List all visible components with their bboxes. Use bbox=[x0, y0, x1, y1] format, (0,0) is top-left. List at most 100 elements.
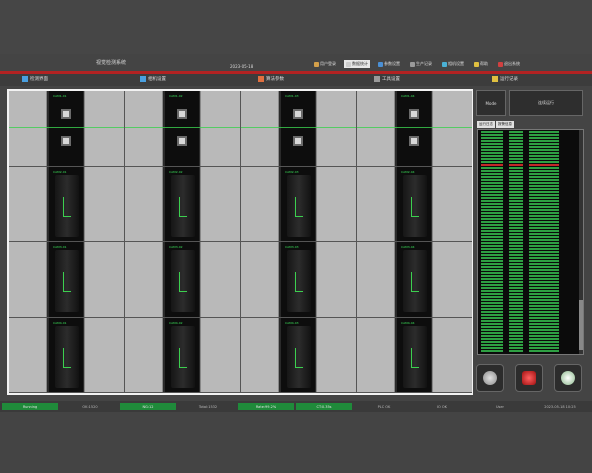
log-code bbox=[509, 152, 523, 154]
nav-item-1[interactable]: 相机设置 bbox=[140, 76, 166, 82]
date-text: 2023-05-18 bbox=[230, 64, 254, 69]
log-code bbox=[509, 161, 523, 163]
camera-label: CAM4-04 bbox=[401, 320, 415, 325]
header-button-1[interactable]: 数据统计 bbox=[344, 60, 370, 68]
log-panel bbox=[477, 129, 584, 355]
guide-line bbox=[125, 127, 240, 128]
live-image bbox=[397, 91, 431, 166]
camera-view[interactable]: CAM1-02 bbox=[125, 91, 240, 166]
log-message bbox=[529, 293, 559, 295]
log-message bbox=[529, 131, 559, 133]
log-code bbox=[509, 158, 523, 160]
log-message bbox=[529, 212, 559, 214]
camera-view[interactable]: CAM1-01 bbox=[9, 91, 124, 166]
camera-view[interactable]: CAM3-04 bbox=[357, 242, 472, 317]
log-time bbox=[481, 224, 503, 226]
algorithm-icon bbox=[258, 76, 264, 82]
header-button-5[interactable]: 帮助 bbox=[472, 60, 490, 68]
log-message bbox=[529, 245, 559, 247]
log-time bbox=[481, 242, 503, 244]
nav-item-label: 算法参数 bbox=[266, 77, 284, 82]
settings-button[interactable] bbox=[554, 364, 582, 392]
log-message bbox=[529, 188, 559, 190]
nav-item-4[interactable]: 运行记录 bbox=[492, 76, 518, 82]
log-scrollbar-thumb[interactable] bbox=[579, 300, 583, 350]
camera-view[interactable]: CAM1-04 bbox=[357, 91, 472, 166]
log-message bbox=[529, 314, 559, 316]
log-message bbox=[529, 161, 559, 163]
camera-view[interactable]: CAM2-01 bbox=[9, 166, 124, 241]
camera-label: CAM3-02 bbox=[169, 245, 183, 249]
log-message bbox=[529, 146, 559, 148]
camera-view[interactable]: CAM4-02 bbox=[125, 317, 240, 392]
log-time bbox=[481, 329, 503, 331]
nav-item-0[interactable]: 检测界面 bbox=[22, 76, 48, 82]
camera-label: CAM2-02 bbox=[169, 169, 183, 174]
log-message bbox=[529, 140, 559, 142]
result-image bbox=[84, 166, 124, 241]
header-button-6[interactable]: 退出系统 bbox=[496, 60, 522, 68]
nav-item-label: 工具设置 bbox=[382, 77, 400, 82]
start-button[interactable] bbox=[476, 364, 504, 392]
log-message bbox=[529, 158, 559, 160]
camera-view[interactable]: CAM4-01 bbox=[9, 317, 124, 392]
log-code bbox=[509, 233, 523, 235]
result-image bbox=[432, 317, 472, 392]
log-code bbox=[509, 140, 523, 142]
reference-image bbox=[241, 317, 279, 392]
log-message bbox=[529, 347, 559, 349]
log-message bbox=[529, 272, 559, 274]
camera-view[interactable]: CAM2-03 bbox=[241, 166, 356, 241]
status-item: IO OK bbox=[437, 404, 447, 409]
tab-alarm[interactable]: 报警信息 bbox=[496, 121, 514, 128]
tab-run-log[interactable]: 运行日志 bbox=[477, 121, 495, 128]
log-time bbox=[481, 269, 503, 271]
header-button-2[interactable]: 参数设置 bbox=[376, 60, 402, 68]
log-time bbox=[481, 290, 503, 292]
log-message bbox=[529, 278, 559, 280]
camera-label: CAM1-02 bbox=[169, 94, 183, 98]
camera-view[interactable]: CAM4-03 bbox=[241, 317, 356, 392]
log-time bbox=[481, 305, 503, 307]
log-code bbox=[509, 167, 523, 169]
nav-item-3[interactable]: 工具设置 bbox=[374, 76, 400, 82]
camera-view[interactable]: CAM1-03 bbox=[241, 91, 356, 166]
log-code bbox=[509, 263, 523, 265]
camera-view[interactable]: CAM3-02 bbox=[125, 242, 240, 317]
stop-button[interactable] bbox=[515, 364, 543, 392]
run-mode-button[interactable]: 连续运行 bbox=[509, 90, 583, 116]
log-scrollbar[interactable] bbox=[579, 130, 583, 354]
inspection-target bbox=[293, 109, 303, 119]
log-time bbox=[481, 299, 503, 301]
result-image bbox=[200, 317, 240, 392]
log-code bbox=[509, 329, 523, 331]
log-message bbox=[529, 281, 559, 283]
live-image bbox=[165, 91, 199, 166]
inspection-target bbox=[177, 109, 187, 119]
camera-view[interactable]: CAM2-02 bbox=[125, 166, 240, 241]
header-button-4[interactable]: 相机设置 bbox=[440, 60, 466, 68]
nav-item-2[interactable]: 算法参数 bbox=[258, 76, 284, 82]
camera-view[interactable]: CAM4-04 bbox=[357, 317, 472, 392]
log-message bbox=[529, 227, 559, 229]
header-button-0[interactable]: 用户登录 bbox=[312, 60, 338, 68]
log-time bbox=[481, 239, 503, 241]
log-message bbox=[529, 155, 559, 157]
result-image bbox=[432, 242, 472, 317]
log-time bbox=[481, 257, 503, 259]
status-item: PLC OK bbox=[377, 404, 391, 409]
reference-image bbox=[357, 242, 395, 317]
camera-view[interactable]: CAM3-03 bbox=[241, 242, 356, 317]
mode-button[interactable]: Mode bbox=[476, 90, 506, 116]
camera-view[interactable]: CAM3-01 bbox=[9, 242, 124, 317]
log-time bbox=[481, 167, 503, 169]
result-image bbox=[316, 91, 356, 166]
log-time bbox=[481, 287, 503, 289]
log-code bbox=[509, 173, 523, 175]
result-image bbox=[316, 317, 356, 392]
measure-bracket bbox=[411, 196, 419, 217]
header-button-3[interactable]: 生产记录 bbox=[408, 60, 434, 68]
measure-bracket bbox=[63, 272, 71, 292]
camera-view[interactable]: CAM2-04 bbox=[357, 166, 472, 241]
header-button-label: 数据统计 bbox=[352, 61, 368, 66]
